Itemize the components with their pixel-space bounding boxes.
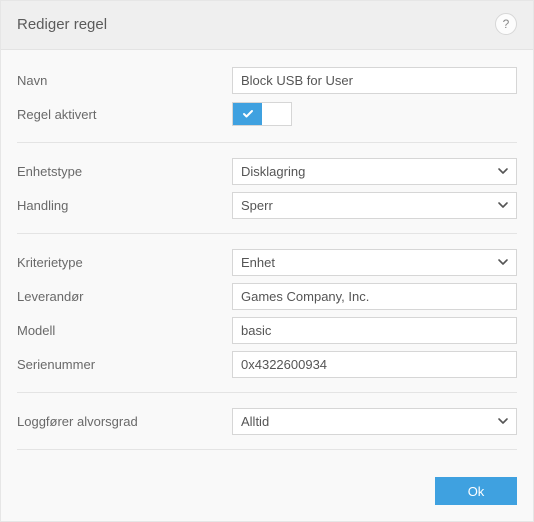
serial-input[interactable] [232,351,517,378]
severity-select[interactable]: Alltid [232,408,517,435]
help-icon: ? [503,17,510,31]
row-model: Modell [17,314,517,346]
dialog-footer: Ok [1,463,533,521]
dialog-header: Rediger regel ? [1,1,533,50]
divider [17,449,517,450]
action-label: Handling [17,198,232,213]
row-name: Navn [17,64,517,96]
criteriatype-select[interactable]: Enhet [232,249,517,276]
row-action: Handling Sperr [17,189,517,221]
severity-label: Loggfører alvorsgrad [17,414,232,429]
row-severity: Loggfører alvorsgrad Alltid [17,405,517,437]
devicetype-label: Enhetstype [17,164,232,179]
action-value: Sperr [241,198,273,213]
row-serial: Serienummer [17,348,517,380]
serial-label: Serienummer [17,357,232,372]
criteriatype-label: Kriterietype [17,255,232,270]
dialog-content: Navn Regel aktivert Enhetstype [1,50,533,463]
vendor-label: Leverandør [17,289,232,304]
devicetype-value: Disklagring [241,164,305,179]
severity-value: Alltid [241,414,269,429]
dialog-title: Rediger regel [17,16,107,33]
row-enabled: Regel aktivert [17,98,517,130]
ok-button[interactable]: Ok [435,477,517,505]
action-select[interactable]: Sperr [232,192,517,219]
enabled-label: Regel aktivert [17,107,232,122]
toggle-off-segment [262,103,291,125]
enabled-toggle[interactable] [232,102,292,126]
check-icon [241,107,255,121]
name-label: Navn [17,73,232,88]
row-vendor: Leverandør [17,280,517,312]
divider [17,142,517,143]
criteriatype-value: Enhet [241,255,275,270]
devicetype-select[interactable]: Disklagring [232,158,517,185]
divider [17,233,517,234]
row-criteriatype: Kriterietype Enhet [17,246,517,278]
edit-rule-dialog: Rediger regel ? Navn Regel aktivert [0,0,534,522]
model-label: Modell [17,323,232,338]
name-input[interactable] [232,67,517,94]
toggle-on-segment [233,103,262,125]
divider [17,392,517,393]
vendor-input[interactable] [232,283,517,310]
help-button[interactable]: ? [495,13,517,35]
row-devicetype: Enhetstype Disklagring [17,155,517,187]
model-input[interactable] [232,317,517,344]
